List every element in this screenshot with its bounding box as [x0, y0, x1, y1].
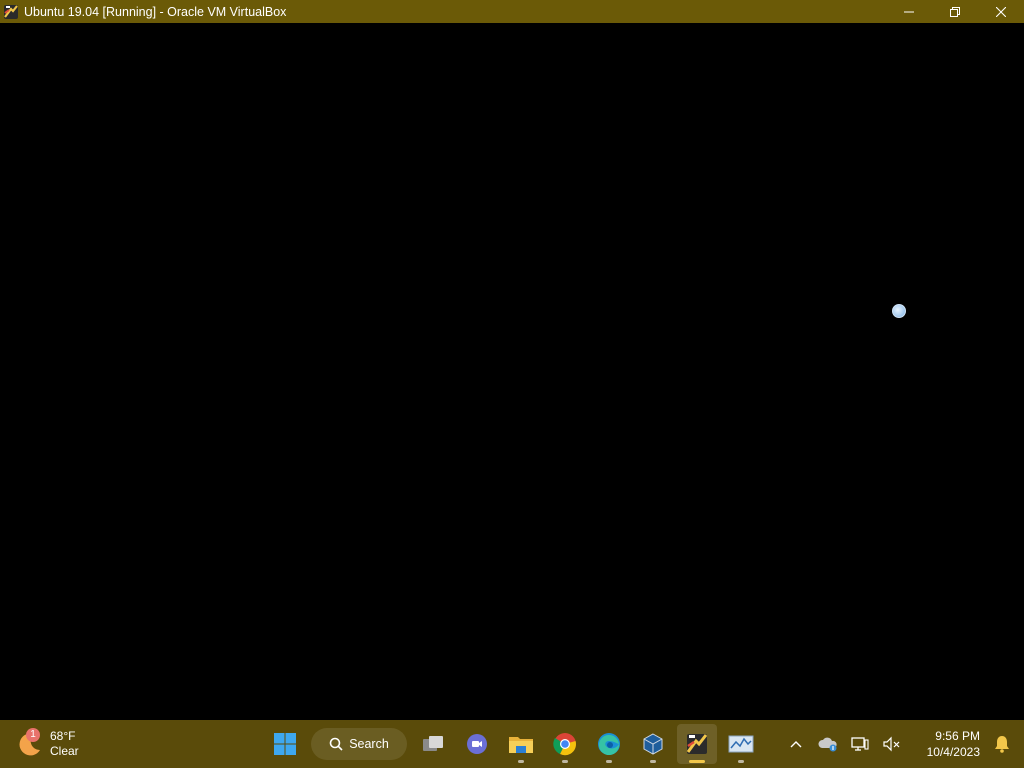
- onedrive-tray-button[interactable]: [812, 728, 844, 760]
- task-view-icon: [423, 736, 443, 751]
- virtualbox-vm-button[interactable]: [677, 724, 717, 764]
- running-indicator: [562, 760, 568, 763]
- close-icon: [996, 6, 1006, 17]
- vm-display[interactable]: [0, 23, 1024, 720]
- task-view-button[interactable]: [413, 724, 453, 764]
- taskbar-clock[interactable]: 9:56 PM 10/4/2023: [908, 724, 980, 764]
- resource-monitor-button[interactable]: [721, 724, 761, 764]
- bell-icon: [995, 736, 1009, 753]
- virtualbox-vm-app-icon[interactable]: [3, 4, 19, 20]
- file-explorer-icon: [509, 737, 533, 753]
- volume-muted-icon: [883, 736, 900, 752]
- weather-alert-badge: 1: [26, 728, 40, 742]
- teams-chat-icon: [467, 734, 487, 754]
- windows-logo-icon: [274, 733, 296, 755]
- restore-button[interactable]: [932, 0, 978, 23]
- minimize-button[interactable]: [886, 0, 932, 23]
- restore-icon: [950, 6, 960, 17]
- onedrive-icon: [818, 737, 837, 752]
- notifications-button[interactable]: [986, 728, 1018, 760]
- running-indicator: [738, 760, 744, 763]
- minimize-icon: [904, 11, 914, 12]
- mouse-cursor-icon: [892, 304, 906, 318]
- network-icon: [851, 737, 869, 751]
- show-hidden-icons-button[interactable]: [780, 728, 812, 760]
- virtualbox-vm-icon: [686, 734, 708, 754]
- teams-chat-button[interactable]: [457, 724, 497, 764]
- running-indicator: [650, 760, 656, 763]
- clock-date: 10/4/2023: [926, 745, 980, 759]
- search-icon: [329, 737, 343, 751]
- moon-icon: 1: [16, 728, 44, 758]
- weather-widget[interactable]: 1 68°F Clear: [16, 726, 79, 762]
- search-label: Search: [349, 737, 389, 751]
- window-titlebar[interactable]: Ubuntu 19.04 [Running] - Oracle VM Virtu…: [0, 0, 1024, 23]
- file-explorer-button[interactable]: [501, 724, 541, 764]
- weather-temperature: 68°F: [50, 729, 76, 743]
- taskbar: 1 68°F Clear Search 9:56 PM 10/4/2023: [0, 720, 1024, 768]
- virtualbox-icon: [643, 733, 663, 755]
- running-indicator: [518, 760, 524, 763]
- resource-monitor-icon: [728, 735, 754, 753]
- running-indicator: [606, 760, 612, 763]
- chrome-icon: [553, 733, 576, 756]
- volume-tray-button[interactable]: [876, 728, 908, 760]
- clock-time: 9:56 PM: [935, 729, 980, 743]
- active-indicator: [689, 760, 705, 763]
- virtualbox-button[interactable]: [633, 724, 673, 764]
- chevron-up-icon: [790, 741, 802, 748]
- weather-condition: Clear: [50, 744, 79, 758]
- start-button[interactable]: [265, 724, 305, 764]
- chrome-button[interactable]: [545, 724, 585, 764]
- edge-icon: [598, 733, 620, 756]
- network-tray-button[interactable]: [844, 728, 876, 760]
- window-title: Ubuntu 19.04 [Running] - Oracle VM Virtu…: [24, 4, 287, 19]
- taskbar-search-box[interactable]: Search: [311, 728, 407, 760]
- close-button[interactable]: [978, 0, 1024, 23]
- edge-button[interactable]: [589, 724, 629, 764]
